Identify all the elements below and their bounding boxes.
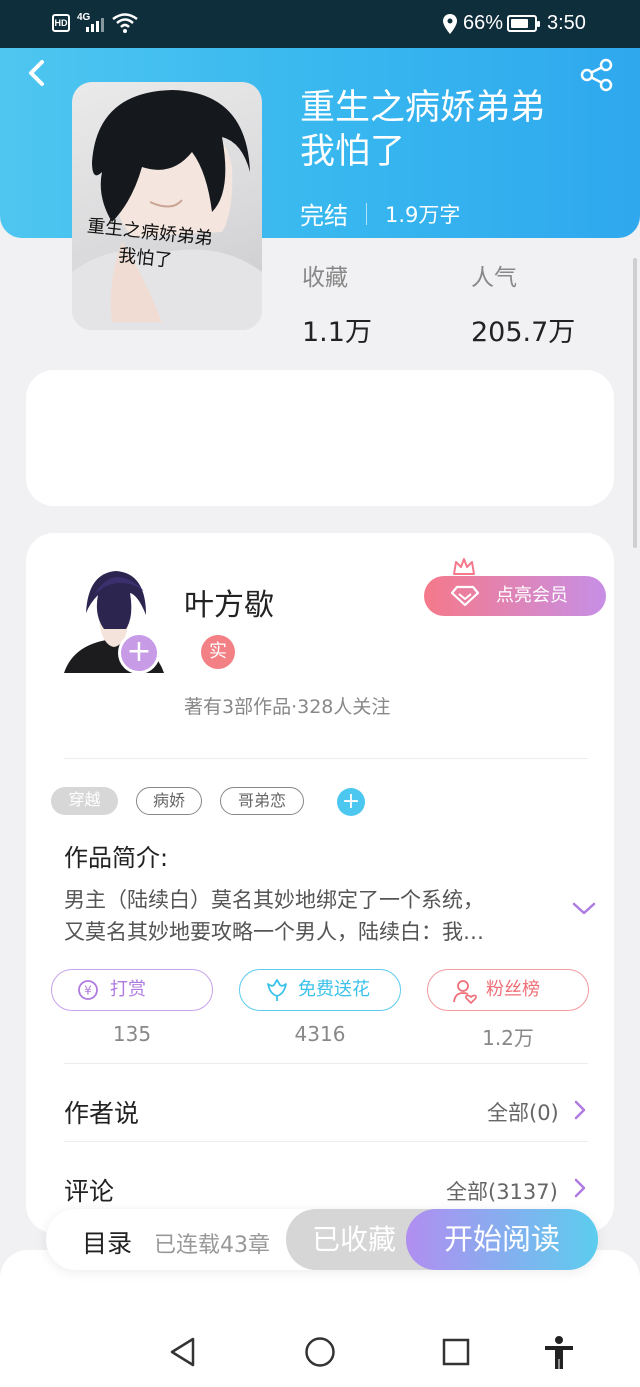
- action-label: 粉丝榜: [486, 979, 540, 1000]
- stat-value: 205.7万: [471, 317, 576, 348]
- stat-label: 人气: [471, 265, 517, 291]
- send-flower-button[interactable]: 免费送花: [239, 969, 401, 1011]
- action-label: 打赏: [110, 979, 146, 1000]
- verified-badge: 实: [201, 635, 235, 669]
- start-reading-button[interactable]: 开始阅读: [406, 1209, 598, 1270]
- wifi-icon: [112, 13, 138, 33]
- comments-link[interactable]: 全部(3137): [446, 1176, 558, 1206]
- tag-item[interactable]: 病娇: [136, 787, 202, 815]
- author-name[interactable]: 叶方歇: [184, 580, 274, 624]
- cover-illustration: 重生之病娇弟弟 我怕了: [72, 90, 262, 330]
- recents-nav-icon[interactable]: [441, 1335, 471, 1369]
- back-nav-icon[interactable]: [168, 1335, 198, 1369]
- tag-item[interactable]: 穿越: [51, 787, 118, 815]
- chapter-count: 已连载43章: [154, 1233, 270, 1258]
- hd-icon: HD: [52, 14, 70, 32]
- crown-icon: [453, 558, 475, 575]
- intro-line: 男主（陆续白）莫名其妙地绑定了一个系统，: [64, 888, 484, 912]
- coin-icon: ¥: [78, 980, 98, 1000]
- empty-card: [26, 370, 614, 506]
- stat-favorites: 收藏 1.1万: [302, 258, 372, 349]
- meta-divider: [366, 202, 367, 225]
- chevron-right-icon[interactable]: [573, 1177, 587, 1199]
- scrollbar[interactable]: [633, 258, 637, 548]
- intro-line: 又莫名其妙地要攻略一个男人，陆续白：我…: [64, 920, 484, 944]
- battery-icon: [507, 15, 540, 32]
- author-notes-title[interactable]: 作者说: [64, 1094, 139, 1130]
- book-title: 重生之病娇弟弟 我怕了: [300, 88, 546, 172]
- home-nav-icon[interactable]: [304, 1335, 336, 1369]
- divider: [64, 1063, 588, 1064]
- intro-title: 作品简介:: [64, 844, 169, 872]
- vip-label: 点亮会员: [496, 585, 568, 606]
- accessibility-icon[interactable]: [543, 1335, 575, 1371]
- system-nav-bar: [0, 1315, 640, 1387]
- location-icon: [443, 14, 457, 34]
- svg-text:¥: ¥: [84, 984, 92, 998]
- flower-icon: [267, 979, 287, 1001]
- diamond-icon: [450, 585, 480, 607]
- comments-title[interactable]: 评论: [64, 1172, 114, 1208]
- follow-author-button[interactable]: +: [118, 632, 160, 674]
- chevron-down-icon[interactable]: [571, 900, 597, 918]
- status-bar: HD 4G 66% 3:50: [0, 0, 640, 48]
- divider: [64, 758, 588, 759]
- tag-item[interactable]: 哥弟恋: [220, 787, 304, 815]
- stat-popularity: 人气 205.7万: [471, 258, 575, 349]
- stat-value: 1.1万: [302, 317, 372, 348]
- fan-icon: [453, 980, 477, 1004]
- tip-button[interactable]: ¥ 打赏: [51, 969, 213, 1011]
- chevron-right-icon[interactable]: [573, 1099, 587, 1121]
- fan-count: 1.2万: [482, 1026, 534, 1050]
- tip-count: 135: [112, 1022, 152, 1046]
- intro-text[interactable]: 男主（陆续白）莫名其妙地绑定了一个系统， 又莫名其妙地要攻略一个男人，陆续白：我…: [64, 884, 554, 948]
- book-status: 完结: [300, 202, 348, 230]
- fan-rank-button[interactable]: 粉丝榜: [427, 969, 589, 1011]
- stat-label: 收藏: [302, 265, 348, 291]
- battery-percent: 66%: [463, 12, 504, 34]
- book-meta: 完结 1.9万字: [300, 196, 460, 231]
- author-stats: 著有3部作品·328人关注: [184, 696, 391, 718]
- signal-icon: [86, 16, 104, 32]
- add-tag-button[interactable]: +: [337, 788, 365, 816]
- divider: [64, 1141, 588, 1142]
- back-icon[interactable]: [22, 56, 52, 90]
- author-notes-link[interactable]: 全部(0): [487, 1097, 559, 1127]
- word-count: 1.9万字: [385, 202, 461, 227]
- book-cover[interactable]: 重生之病娇弟弟 我怕了: [72, 82, 262, 330]
- vip-button[interactable]: 点亮会员: [424, 576, 606, 616]
- clock: 3:50: [547, 12, 586, 34]
- action-label: 免费送花: [298, 979, 370, 1000]
- catalog-button[interactable]: 目录: [82, 1224, 132, 1260]
- flower-count: 4316: [294, 1022, 346, 1046]
